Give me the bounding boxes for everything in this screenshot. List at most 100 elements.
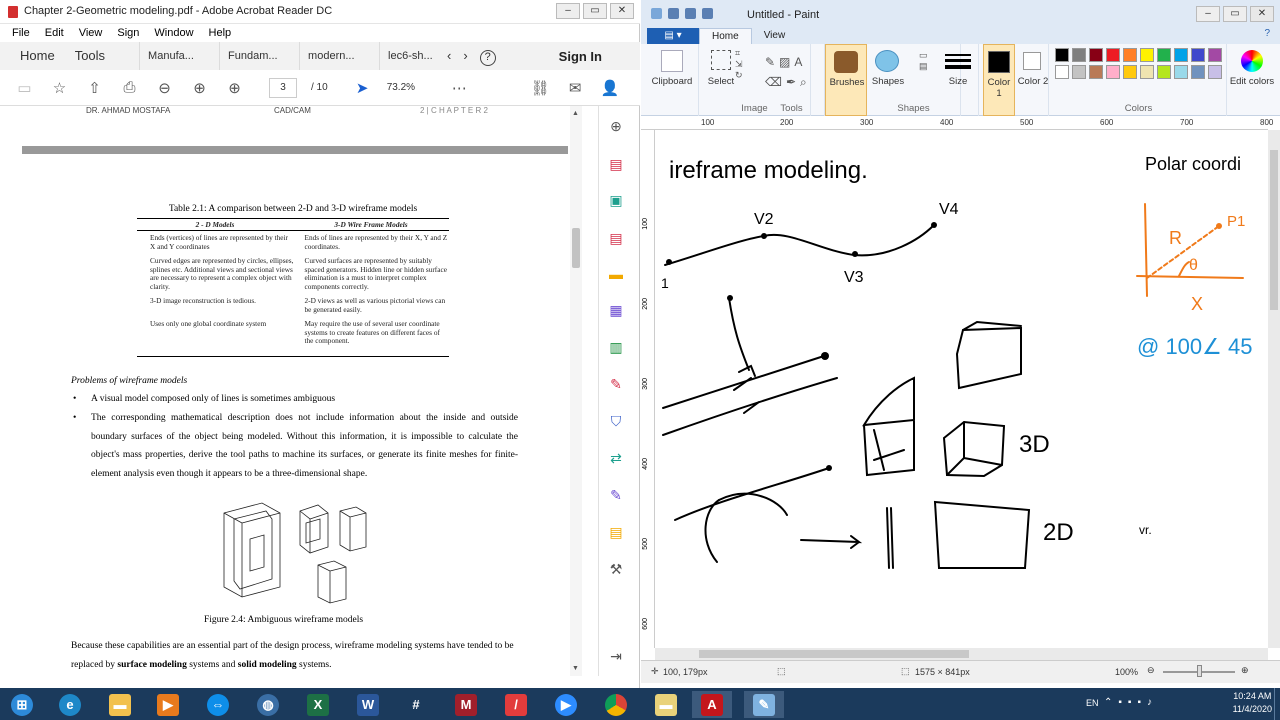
palette-color-swatch[interactable] — [1089, 65, 1103, 79]
color2-button[interactable]: Color 2 — [1017, 76, 1049, 87]
palette-color-swatch[interactable] — [1123, 65, 1137, 79]
print-icon[interactable]: ⎙ — [119, 77, 140, 98]
zoom-icon[interactable]: ⊕ — [606, 116, 626, 136]
edit-colors-button[interactable]: Edit colors — [1229, 76, 1275, 87]
pdf-scroll-thumb[interactable] — [572, 228, 580, 268]
maximize-button[interactable]: ▭ — [1223, 6, 1247, 22]
palette-color-swatch[interactable] — [1140, 48, 1154, 62]
canvas-hscroll-thumb[interactable] — [699, 650, 969, 658]
edit-pdf-icon[interactable]: ▤ — [606, 228, 626, 248]
collapse-pane-icon[interactable]: ⇥ — [606, 646, 626, 666]
palette-color-swatch[interactable] — [1123, 48, 1137, 62]
crop-resize-rotate-icons[interactable]: ⌗ ⇲ ↻ — [735, 48, 743, 81]
mendeley-icon[interactable]: M — [446, 691, 486, 718]
chrome-icon[interactable] — [596, 691, 636, 718]
size-button[interactable]: Size — [937, 76, 979, 87]
zoom-select[interactable]: 73.2% — [387, 82, 435, 93]
tab-home[interactable]: Home — [699, 28, 752, 44]
palette-color-swatch[interactable] — [1208, 65, 1222, 79]
upload-icon[interactable]: ⇧ — [84, 77, 105, 98]
shapes-button[interactable]: Shapes — [867, 76, 909, 87]
sign-in-button[interactable]: Sign In — [559, 49, 602, 64]
clock[interactable]: 10:24 AM 11/4/2020 — [1233, 690, 1272, 716]
zoom-meetings-icon[interactable]: ▶ — [546, 691, 586, 718]
doc-tab-2[interactable]: Fundam... — [219, 42, 299, 70]
color2-swatch[interactable] — [1023, 52, 1041, 70]
palette-color-swatch[interactable] — [1191, 65, 1205, 79]
doc-tab-3[interactable]: modern... — [299, 42, 379, 70]
nav-tools[interactable]: Tools — [65, 42, 139, 70]
palette-color-swatch[interactable] — [1055, 48, 1069, 62]
close-button[interactable]: ✕ — [1250, 6, 1274, 22]
pdf-scrollbar[interactable]: ▲ ▼ — [570, 106, 582, 676]
color1-swatch[interactable] — [988, 51, 1010, 73]
show-desktop-button[interactable] — [1274, 688, 1280, 720]
doc-tab-1[interactable]: Manufa... — [139, 42, 219, 70]
paste-icon[interactable] — [661, 50, 683, 72]
clipboard-button[interactable]: Clipboard — [645, 76, 699, 87]
pen-app-icon[interactable]: / — [496, 691, 536, 718]
palette-color-swatch[interactable] — [1055, 65, 1069, 79]
menu-file[interactable]: File — [12, 27, 30, 39]
protect-icon[interactable]: ⛉ — [606, 411, 626, 431]
add-user-icon[interactable]: 👤 — [600, 77, 621, 98]
file-menu-button[interactable]: ▤ ▾ — [647, 28, 699, 44]
palette-color-swatch[interactable] — [1072, 48, 1086, 62]
zoom-slider-thumb[interactable] — [1197, 665, 1202, 677]
page-number-input[interactable]: 3 — [269, 77, 297, 98]
redo-icon[interactable] — [702, 8, 713, 19]
palette-color-swatch[interactable] — [1106, 48, 1120, 62]
outline-fill-icons[interactable]: ▭ ▤ — [919, 50, 928, 72]
tab-view[interactable]: View — [752, 28, 798, 44]
size-icon[interactable] — [945, 54, 971, 69]
palette-color-swatch[interactable] — [1174, 48, 1188, 62]
help-icon[interactable]: ? — [474, 42, 502, 70]
tray-icons[interactable]: ⌃▪▪▪♪ — [1104, 697, 1158, 708]
palette-color-swatch[interactable] — [1072, 65, 1086, 79]
palette-color-swatch[interactable] — [1208, 48, 1222, 62]
create-pdf-icon[interactable]: ▣ — [606, 190, 626, 210]
more-tools-icon[interactable]: ⋯ — [449, 77, 470, 98]
paint-taskbar-icon[interactable]: ✎ — [744, 691, 784, 718]
palette-color-swatch[interactable] — [1174, 65, 1188, 79]
file-explorer-icon[interactable]: ▬ — [100, 691, 140, 718]
send-comments-icon[interactable]: ▤ — [606, 522, 626, 542]
export-pdf-icon[interactable]: ▤ — [606, 154, 626, 174]
page-up-icon[interactable]: ⊕ — [189, 77, 210, 98]
acrobat-taskbar-icon[interactable]: A — [692, 691, 732, 718]
menu-edit[interactable]: Edit — [45, 27, 64, 39]
menu-sign[interactable]: Sign — [117, 27, 139, 39]
menu-window[interactable]: Window — [154, 27, 193, 39]
menu-view[interactable]: View — [79, 27, 103, 39]
word-icon[interactable]: W — [348, 691, 388, 718]
start-button[interactable]: ⊞ — [2, 691, 42, 718]
close-button[interactable]: ✕ — [610, 3, 634, 19]
brush-icon[interactable] — [834, 51, 858, 73]
color1-button[interactable]: Color 1 — [984, 77, 1014, 99]
tab-prev-icon[interactable]: ‹ — [441, 42, 457, 70]
minimize-button[interactable]: – — [556, 3, 580, 19]
comment-icon[interactable]: ▬ — [606, 264, 626, 284]
tab-next-icon[interactable]: › — [457, 42, 473, 70]
language-indicator[interactable]: EN — [1086, 698, 1099, 708]
browser-icon[interactable]: ◍ — [248, 691, 288, 718]
save-icon[interactable]: ▭ — [14, 77, 35, 98]
undo-icon[interactable] — [685, 8, 696, 19]
media-player-icon[interactable]: ▶ — [148, 691, 188, 718]
compress-icon[interactable]: ⇄ — [606, 448, 626, 468]
maximize-button[interactable]: ▭ — [583, 3, 607, 19]
combine-files-icon[interactable]: ▦ — [606, 300, 626, 320]
canvas-vscroll-thumb[interactable] — [1270, 150, 1278, 310]
sign-icon[interactable]: ✎ — [606, 485, 626, 505]
palette-color-swatch[interactable] — [1106, 65, 1120, 79]
bookmark-star-icon[interactable]: ☆ — [49, 77, 70, 98]
brushes-button[interactable]: Brushes — [826, 77, 868, 88]
help-icon[interactable]: ? — [1264, 28, 1270, 44]
tool-icons[interactable]: ✎▨A ⌫✒⌕ — [765, 52, 811, 92]
zoom-out-icon[interactable]: ⊖ — [1147, 665, 1155, 676]
palette-color-swatch[interactable] — [1157, 65, 1171, 79]
email-icon[interactable]: ✉ — [565, 77, 586, 98]
select-cursor-icon[interactable]: ➤ — [352, 77, 373, 98]
palette-color-swatch[interactable] — [1191, 48, 1205, 62]
excel-icon[interactable]: X — [298, 691, 338, 718]
